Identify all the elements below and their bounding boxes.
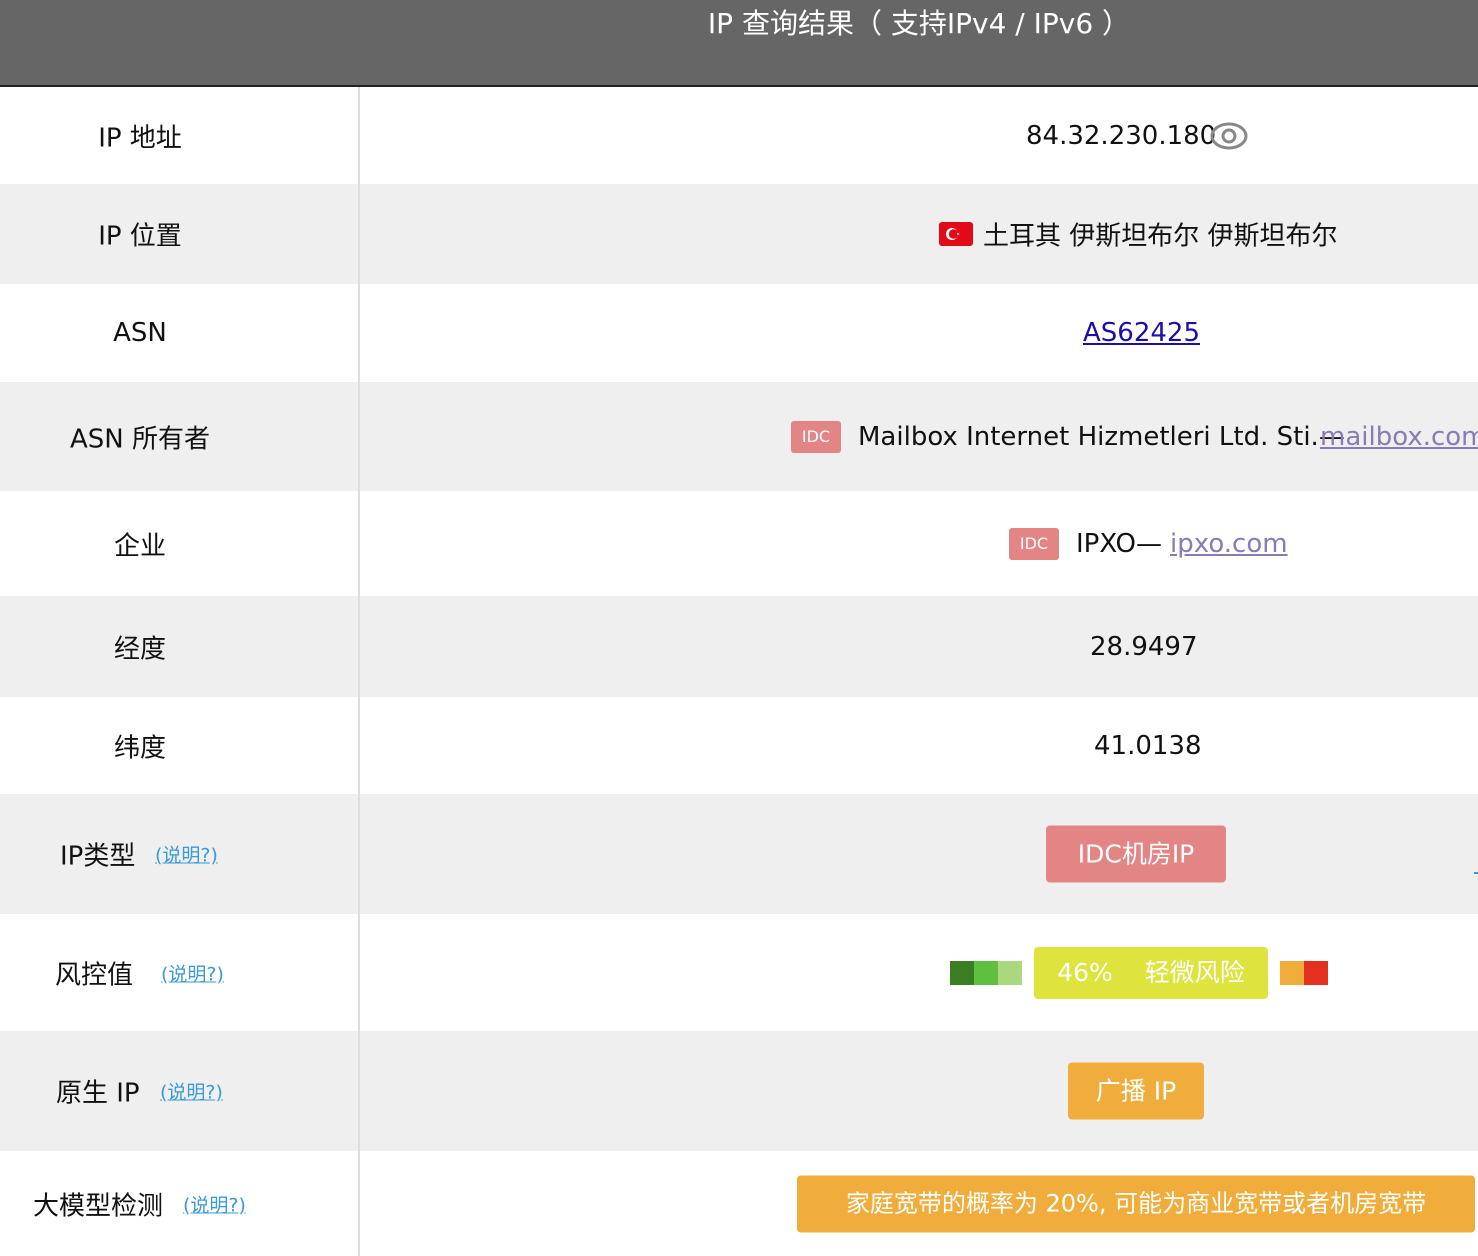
row-longitude: 经度 28.9497 — [0, 596, 1478, 697]
row-llm-detect: 大模型检测 (说明?) 家庭宽带的概率为 20%, 可能为商业宽带或者机房宽带 — [0, 1151, 1478, 1256]
company-link[interactable]: ipxo.com — [1170, 529, 1288, 559]
ip-location-label: IP 位置 — [98, 221, 182, 252]
risk-label: 风控值 — [55, 960, 134, 990]
ip-type-help-link[interactable]: (说明?) — [155, 841, 218, 868]
native-ip-badge: 广播 IP — [1068, 1062, 1204, 1120]
asn-owner-label: ASN 所有者 — [69, 424, 210, 454]
row-asn: ASN AS62425 — [0, 284, 1478, 382]
risk-scale-segment — [1304, 960, 1328, 985]
llm-detect-help-link[interactable]: (说明?) — [183, 1190, 246, 1217]
row-risk: 风控值 (说明?) 46% 轻微风险 — [0, 914, 1478, 1031]
row-ip-type: IP类型 (说明?) IDC机房IP — [0, 794, 1478, 914]
risk-score-badge: 46% 轻微风险 — [1034, 946, 1268, 999]
company-name: IPXO— — [1076, 528, 1162, 559]
truncated-link-edge — [1474, 846, 1478, 874]
risk-scale-segment — [998, 960, 1022, 985]
latitude-label: 纬度 — [113, 733, 166, 763]
llm-detect-badge: 家庭宽带的概率为 20%, 可能为商业宽带或者机房宽带 — [797, 1175, 1475, 1232]
company-label: 企业 — [113, 531, 166, 561]
ip-type-badge: IDC机房IP — [1046, 825, 1226, 883]
risk-scale-segment — [950, 960, 974, 985]
results-header: IP 查询结果（ 支持IPv4 / IPv6 ） — [0, 0, 1478, 87]
turkey-flag-icon — [939, 222, 973, 246]
row-ip-location: IP 位置 土耳其 伊斯坦布尔 伊斯坦布尔 — [0, 184, 1478, 284]
longitude-value: 28.9497 — [1090, 631, 1198, 662]
row-latitude: 纬度 41.0138 — [0, 697, 1478, 794]
asn-label: ASN — [113, 318, 167, 348]
ip-location-value: 土耳其 伊斯坦布尔 伊斯坦布尔 — [983, 221, 1338, 252]
row-asn-owner: ASN 所有者 IDC Mailbox Internet Hizmetleri … — [0, 382, 1478, 491]
risk-scale-segment — [974, 960, 998, 985]
row-ip-address: IP 地址 84.32.230.180 — [0, 87, 1478, 184]
idc-tag: IDC — [1009, 527, 1059, 560]
asn-link[interactable]: AS62425 — [1083, 318, 1200, 348]
asn-owner-name: Mailbox Internet Hizmetleri Ltd. Sti.— — [858, 421, 1345, 452]
eye-icon[interactable] — [1210, 122, 1248, 150]
risk-help-link[interactable]: (说明?) — [161, 959, 224, 986]
native-ip-label: 原生 IP — [56, 1078, 140, 1109]
row-company: 企业 IDC IPXO— ipxo.com — [0, 491, 1478, 596]
llm-detect-label: 大模型检测 — [33, 1191, 164, 1221]
idc-tag: IDC — [791, 420, 841, 453]
row-native-ip: 原生 IP (说明?) 广播 IP — [0, 1031, 1478, 1151]
risk-scale-segment — [1280, 960, 1304, 985]
ip-address-value: 84.32.230.180 — [1026, 120, 1217, 151]
native-ip-help-link[interactable]: (说明?) — [160, 1078, 223, 1105]
longitude-label: 经度 — [113, 634, 166, 664]
risk-level: 轻微风险 — [1144, 957, 1245, 987]
asn-owner-link[interactable]: mailbox.com. — [1320, 422, 1478, 452]
ip-address-label: IP 地址 — [98, 123, 182, 153]
risk-percent: 46% — [1057, 957, 1113, 987]
ip-type-label: IP类型 — [60, 841, 136, 872]
page-title: IP 查询结果（ 支持IPv4 / IPv6 ） — [707, 7, 1131, 40]
latitude-value: 41.0138 — [1094, 730, 1202, 761]
